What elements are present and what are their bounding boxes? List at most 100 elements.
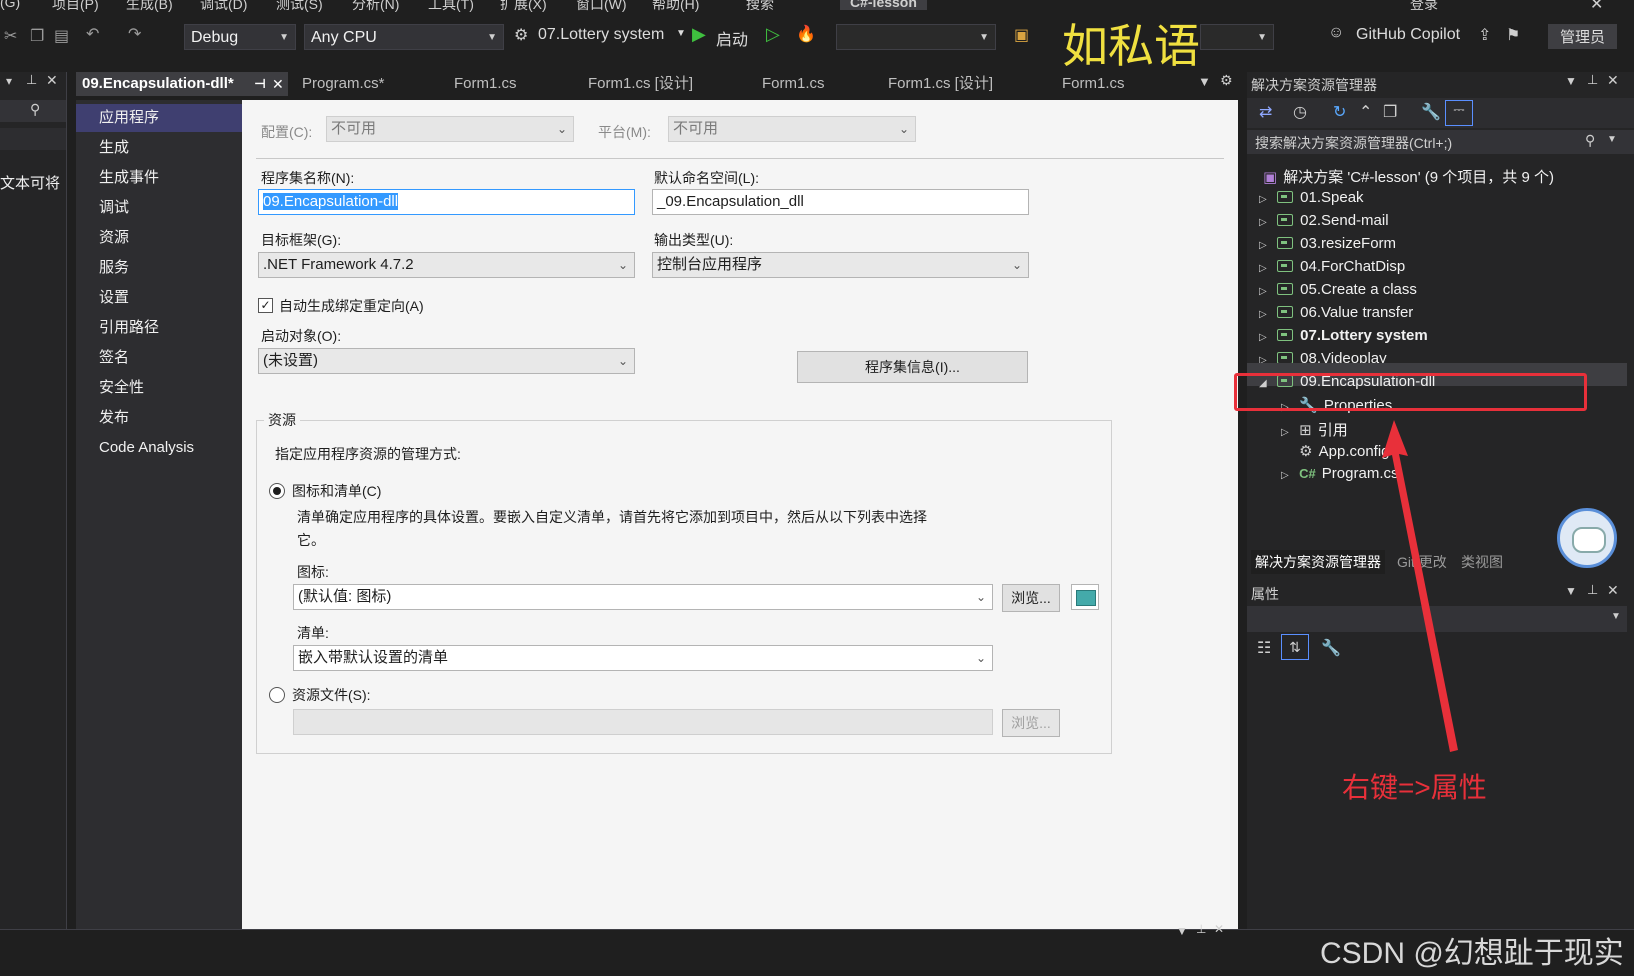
tree-project-03[interactable]: ▷ 03.resizeForm [1259,235,1396,252]
empty-combo[interactable]: ▼ [836,24,996,50]
menu-item-help[interactable]: 帮助(H) [652,0,699,14]
tree-references[interactable]: ▷ ⊞ 引用 [1281,419,1348,440]
menu-item-window[interactable]: 窗口(W) [576,0,627,14]
solution-root[interactable]: ▣ 解决方案 'C#-lesson' (9 个项目，共 9 个) [1263,166,1554,187]
close-icon[interactable]: ✕ [1607,582,1619,599]
tab-program-cs[interactable]: Program.cs* [296,72,442,96]
dropdown-icon[interactable]: ▾ [6,74,12,88]
search-combo[interactable]: ▼ [1200,24,1274,50]
tab-form1-cs-3[interactable]: Form1.cs [1056,72,1156,96]
property-pages-icon[interactable]: 🔧 [1321,638,1341,658]
redo-icon[interactable]: ↷ [128,24,141,44]
cat-settings[interactable]: 设置 [76,284,242,312]
expand-icon[interactable]: ▷ [1259,332,1273,343]
tree-project-06[interactable]: ▷ 06.Value transfer [1259,304,1413,321]
tree-project-07[interactable]: ▷ 07.Lottery system [1259,327,1428,344]
copy-icon[interactable]: ❐ [30,26,44,46]
menu-item-analyze[interactable]: 分析(N) [352,0,399,14]
history-icon[interactable]: ◷ [1293,102,1307,122]
tab-form1-design[interactable]: Form1.cs [设计] [582,72,740,96]
tree-project-02[interactable]: ▷ 02.Send-mail [1259,212,1389,229]
close-window-icon[interactable]: ✕ [1590,0,1603,14]
switch-views-icon[interactable]: ⇄ [1259,102,1272,122]
cat-build[interactable]: 生成 [76,134,242,162]
menu-item-search[interactable]: 搜索 [746,0,774,14]
solution-search-box[interactable]: 搜索解决方案资源管理器(Ctrl+;) ⚲ ▼ [1247,130,1634,154]
manifest-select[interactable]: 嵌入带默认设置的清单 ⌄ [293,645,993,671]
dropdown-icon[interactable]: ▼ [1176,924,1188,938]
menu-item-go[interactable]: (G) [0,0,20,10]
tab-solution-explorer[interactable]: 解决方案资源管理器 [1251,550,1385,574]
tree-project-01[interactable]: ▷ 01.Speak [1259,189,1364,206]
sign-in-link[interactable]: 登录 [1410,0,1438,14]
output-type-select[interactable]: 控制台应用程序 ⌄ [652,252,1029,278]
tree-project-05[interactable]: ▷ 05.Create a class [1259,281,1417,298]
cat-security[interactable]: 安全性 [76,374,242,402]
cat-resources[interactable]: 资源 [76,224,242,252]
show-all-files-icon[interactable]: ❐ [1383,102,1397,122]
menu-item-extensions[interactable]: 扩展(X) [500,0,547,14]
tab-form1-cs-2[interactable]: Form1.cs [756,72,872,96]
icon-browse-button[interactable]: 浏览... [1002,584,1060,612]
assembly-name-input[interactable]: 09.Encapsulation-dll [258,189,635,215]
cat-debug[interactable]: 调试 [76,194,242,222]
github-copilot-button[interactable]: GitHub Copilot [1356,26,1460,44]
menu-item-debug[interactable]: 调试(D) [200,0,247,14]
icon-manifest-radio[interactable] [269,483,285,499]
tab-project-properties[interactable]: 09.Encapsulation-dll* ⊣ ✕ [76,72,288,96]
menu-item-project[interactable]: 项目(P) [52,0,99,14]
feedback-icon[interactable]: ⚑ [1506,25,1520,45]
tree-app-config[interactable]: ⚙ App.config [1281,442,1389,460]
cat-build-events[interactable]: 生成事件 [76,164,242,192]
cat-reference-paths[interactable]: 引用路径 [76,314,242,342]
start-button[interactable]: 启动 [716,26,748,50]
icon-select[interactable]: (默认值: 图标) ⌄ [293,584,993,610]
pin-icon[interactable]: ⊥ [1587,582,1598,598]
cat-publish[interactable]: 发布 [76,404,242,432]
menu-item-tools[interactable]: 工具(T) [428,0,474,14]
startup-project-selector[interactable]: 07.Lottery system [538,26,664,44]
preview-icon[interactable]: ⎓ [1445,100,1473,126]
cat-code-analysis[interactable]: Code Analysis [76,434,242,462]
alphabetical-icon[interactable]: ⇅ [1281,634,1309,660]
target-framework-select[interactable]: .NET Framework 4.7.2 ⌄ [258,252,635,278]
close-icon[interactable]: ✕ [46,72,58,89]
cut-icon[interactable]: ✂ [4,26,17,46]
auto-binding-checkbox[interactable]: ✓ [258,298,273,313]
config-combo[interactable]: Debug ▼ [184,24,296,50]
paste-icon[interactable]: ▤ [54,26,69,46]
pin-icon[interactable]: ⊣ [254,72,266,96]
categorized-icon[interactable]: ☷ [1257,638,1271,658]
default-namespace-input[interactable]: _09.Encapsulation_dll [652,189,1029,215]
expand-icon[interactable]: ▷ [1259,240,1273,251]
tree-project-04[interactable]: ▷ 04.ForChatDisp [1259,258,1405,275]
pin-icon[interactable]: ⊥ [1196,922,1206,936]
refresh-icon[interactable]: ↻ [1333,102,1346,122]
expand-icon[interactable]: ▷ [1259,286,1273,297]
chevron-down-icon[interactable]: ▼ [676,28,686,39]
pin-icon[interactable]: ⊥ [1587,72,1598,88]
close-icon[interactable]: ✕ [1607,72,1619,89]
expand-icon[interactable]: ▷ [1259,194,1273,205]
start-icon[interactable]: ▶ [692,24,706,45]
expand-icon[interactable]: ▷ [1281,470,1295,481]
startup-object-select[interactable]: (未设置) ⌄ [258,348,635,374]
share-icon[interactable]: ⇪ [1478,25,1491,45]
undo-icon[interactable]: ↶ [86,24,99,44]
assistant-avatar[interactable] [1557,508,1617,568]
menu-item-build[interactable]: 生成(B) [126,0,173,14]
close-icon[interactable]: ✕ [272,72,284,96]
cat-signing[interactable]: 签名 [76,344,242,372]
platform-combo[interactable]: Any CPU ▼ [304,24,504,50]
cat-services[interactable]: 服务 [76,254,242,282]
tab-form1-cs[interactable]: Form1.cs [448,72,572,96]
menu-item-test[interactable]: 测试(S) [276,0,323,14]
cat-application[interactable]: 应用程序 [76,104,242,132]
wrench-icon[interactable]: 🔧 [1421,102,1441,122]
expand-icon[interactable]: ▷ [1281,427,1295,438]
expand-icon[interactable]: ▷ [1259,217,1273,228]
expand-icon[interactable]: ▷ [1259,263,1273,274]
resource-file-radio[interactable] [269,687,285,703]
assembly-info-button[interactable]: 程序集信息(I)... [797,351,1028,383]
dropdown-icon[interactable]: ▼ [1565,74,1577,88]
